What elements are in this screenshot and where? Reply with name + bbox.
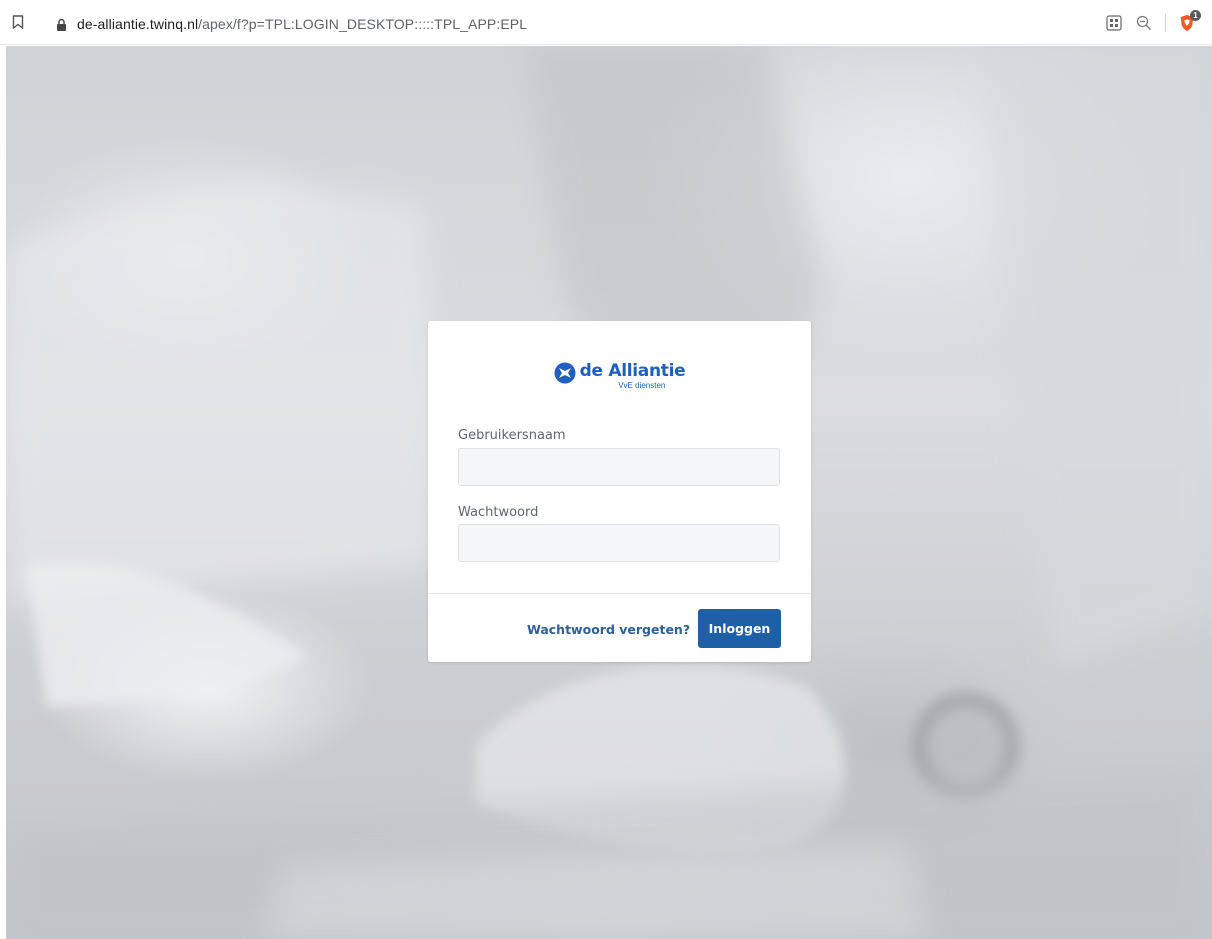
zoom-out-icon[interactable] xyxy=(1135,14,1153,32)
shield-badge: 1 xyxy=(1190,10,1201,21)
card-divider xyxy=(428,593,811,594)
qr-code-icon[interactable] xyxy=(1105,14,1123,32)
logo-subtitle: VvE diensten xyxy=(618,381,666,390)
login-button[interactable]: Inloggen xyxy=(698,609,781,648)
forgot-password-link[interactable]: Wachtwoord vergeten? xyxy=(527,622,690,637)
url-path: /apex/f?p=TPL:LOGIN_DESKTOP:::::TPL_APP:… xyxy=(198,16,528,32)
toolbar-actions: 1 xyxy=(1105,10,1201,35)
lock-icon xyxy=(57,18,66,31)
username-input[interactable] xyxy=(458,448,780,486)
logo: de Alliantie VvE diensten xyxy=(428,361,811,397)
password-input[interactable] xyxy=(458,524,780,562)
logo-text: de Alliantie VvE diensten xyxy=(580,361,686,391)
logo-group: de Alliantie VvE diensten xyxy=(554,361,686,397)
url-host: de-alliantie.twinq.nl xyxy=(77,16,199,32)
login-card: de Alliantie VvE diensten Gebruikersnaam… xyxy=(428,321,811,662)
username-label: Gebruikersnaam xyxy=(458,428,566,443)
alliantie-logo-icon xyxy=(554,362,576,384)
logo-title: de Alliantie xyxy=(579,361,686,381)
password-label: Wachtwoord xyxy=(458,505,539,520)
bookmark-icon[interactable] xyxy=(12,15,24,29)
address-bar[interactable]: de-alliantie.twinq.nl/apex/f?p=TPL:LOGIN… xyxy=(44,12,1084,36)
brave-shield-icon[interactable]: 1 xyxy=(1178,10,1201,32)
toolbar-separator xyxy=(1165,14,1166,32)
browser-toolbar: de-alliantie.twinq.nl/apex/f?p=TPL:LOGIN… xyxy=(0,0,1212,45)
url-text[interactable]: de-alliantie.twinq.nl/apex/f?p=TPL:LOGIN… xyxy=(77,16,527,32)
